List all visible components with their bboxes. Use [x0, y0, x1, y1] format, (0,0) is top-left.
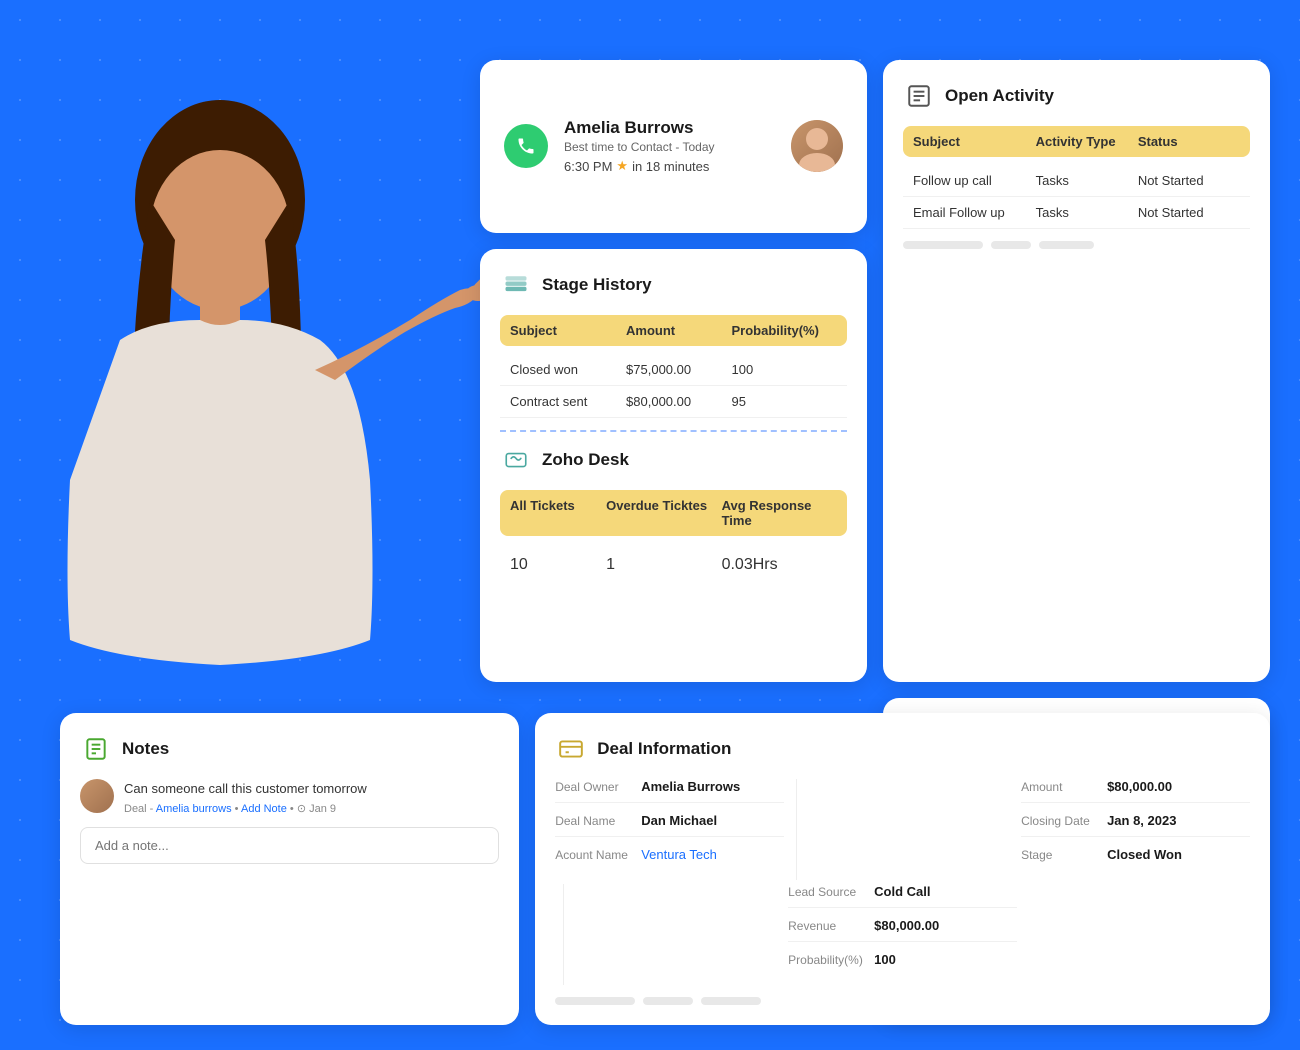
closing-date-row: Closing Date Jan 8, 2023 — [1021, 813, 1250, 837]
deal-col-3: Lead Source Cold Call Revenue $80,000.00… — [788, 884, 1017, 985]
zoho-desk-header: Zoho Desk — [500, 444, 847, 476]
deal-owner-value: Amelia Burrows — [641, 779, 740, 794]
account-name-value[interactable]: Ventura Tech — [641, 847, 717, 862]
contact-info: Amelia Burrows Best time to Contact - To… — [564, 118, 775, 174]
deal-info-header: Deal Information — [555, 733, 1250, 765]
stage-history-title: Stage History — [542, 275, 652, 295]
deal-owner-label: Deal Owner — [555, 780, 635, 794]
bottom-area: Notes Can someone call this customer tom… — [60, 713, 1270, 1025]
contact-time: 6:30 PM ★ in 18 minutes — [564, 158, 775, 174]
zoho-desk-icon — [500, 444, 532, 476]
comment-meta: Deal - Amelia burrows • Add Note • ⊙ Jan… — [124, 802, 367, 815]
stage-history-icon — [500, 269, 532, 301]
comment-body: Can someone call this customer tomorrow … — [124, 779, 367, 815]
zoho-desk-title: Zoho Desk — [542, 450, 629, 470]
notes-icon — [80, 733, 112, 765]
stage-table-header: Subject Amount Probability(%) — [500, 315, 847, 346]
contact-phone-icon[interactable] — [504, 124, 548, 168]
deal-placeholder — [555, 997, 1250, 1005]
notes-header: Notes — [80, 733, 499, 765]
deal-information-card: Deal Information Deal Owner Amelia Burro… — [535, 713, 1270, 1025]
deal-divider-1 — [796, 779, 797, 880]
stage-label: Stage — [1021, 848, 1101, 862]
lead-source-label: Lead Source — [788, 885, 868, 899]
open-activity-header: Open Activity — [903, 80, 1250, 112]
zoho-desk-section: Zoho Desk All Tickets Overdue Ticktes Av… — [500, 444, 847, 582]
notes-comment: Can someone call this customer tomorrow … — [80, 779, 499, 815]
probability-value: 100 — [874, 952, 896, 967]
stage-history-card: Stage History Subject Amount Probability… — [480, 249, 867, 683]
probability-label: Probability(%) — [788, 953, 868, 967]
closing-date-value: Jan 8, 2023 — [1107, 813, 1176, 828]
closing-date-label: Closing Date — [1021, 814, 1101, 828]
deal-divider-2 — [563, 884, 564, 985]
activity-placeholder — [903, 241, 1250, 249]
tickets-header: All Tickets Overdue Ticktes Avg Response… — [500, 490, 847, 536]
amount-value: $80,000.00 — [1107, 779, 1172, 794]
tickets-data: 10 1 0.03Hrs — [500, 544, 847, 582]
activity-row-1: Follow up call Tasks Not Started — [903, 165, 1250, 197]
lead-source-value: Cold Call — [874, 884, 930, 899]
comment-link[interactable]: Amelia burrows — [156, 803, 232, 815]
contact-card: Amelia Burrows Best time to Contact - To… — [480, 60, 867, 233]
person-image-area — [0, 80, 500, 780]
open-activity-title: Open Activity — [945, 86, 1054, 106]
stage-history-header: Stage History — [500, 269, 847, 301]
amount-row: Amount $80,000.00 — [1021, 779, 1250, 803]
deal-col-1: Deal Owner Amelia Burrows Deal Name Dan … — [555, 779, 784, 880]
contact-name: Amelia Burrows — [564, 118, 775, 138]
deal-name-value: Dan Michael — [641, 813, 717, 828]
comment-avatar — [80, 779, 114, 813]
account-name-label: Acount Name — [555, 848, 635, 862]
add-note-input[interactable] — [80, 827, 499, 864]
stage-value: Closed Won — [1107, 847, 1182, 862]
stage-row-1: Closed won $75,000.00 100 — [500, 354, 847, 386]
deal-info-grid: Deal Owner Amelia Burrows Deal Name Dan … — [555, 779, 1250, 985]
amount-label: Amount — [1021, 780, 1101, 794]
comment-text: Can someone call this customer tomorrow — [124, 779, 367, 799]
activity-row-2: Email Follow up Tasks Not Started — [903, 197, 1250, 229]
notes-card: Notes Can someone call this customer tom… — [60, 713, 519, 1025]
notes-title: Notes — [122, 739, 169, 759]
revenue-row: Revenue $80,000.00 — [788, 918, 1017, 942]
contact-subtitle: Best time to Contact - Today — [564, 140, 775, 154]
stage-row-deal: Stage Closed Won — [1021, 847, 1250, 870]
revenue-value: $80,000.00 — [874, 918, 939, 933]
revenue-label: Revenue — [788, 919, 868, 933]
person-illustration — [20, 80, 480, 780]
open-activity-card: Open Activity Subject Activity Type Stat… — [883, 60, 1270, 682]
deal-col-2: Amount $80,000.00 Closing Date Jan 8, 20… — [1021, 779, 1250, 880]
deal-info-title: Deal Information — [597, 739, 731, 759]
account-name-row: Acount Name Ventura Tech — [555, 847, 784, 870]
activity-table-header: Subject Activity Type Status — [903, 126, 1250, 157]
list-icon — [903, 80, 935, 112]
probability-row: Probability(%) 100 — [788, 952, 1017, 975]
stage-row-2: Contract sent $80,000.00 95 — [500, 386, 847, 418]
deal-name-row: Deal Name Dan Michael — [555, 813, 784, 837]
stage-divider — [500, 430, 847, 432]
contact-avatar — [791, 120, 843, 172]
lead-source-row: Lead Source Cold Call — [788, 884, 1017, 908]
star-icon: ★ — [616, 158, 628, 174]
deal-info-icon — [555, 733, 587, 765]
deal-owner-row: Deal Owner Amelia Burrows — [555, 779, 784, 803]
deal-name-label: Deal Name — [555, 814, 635, 828]
